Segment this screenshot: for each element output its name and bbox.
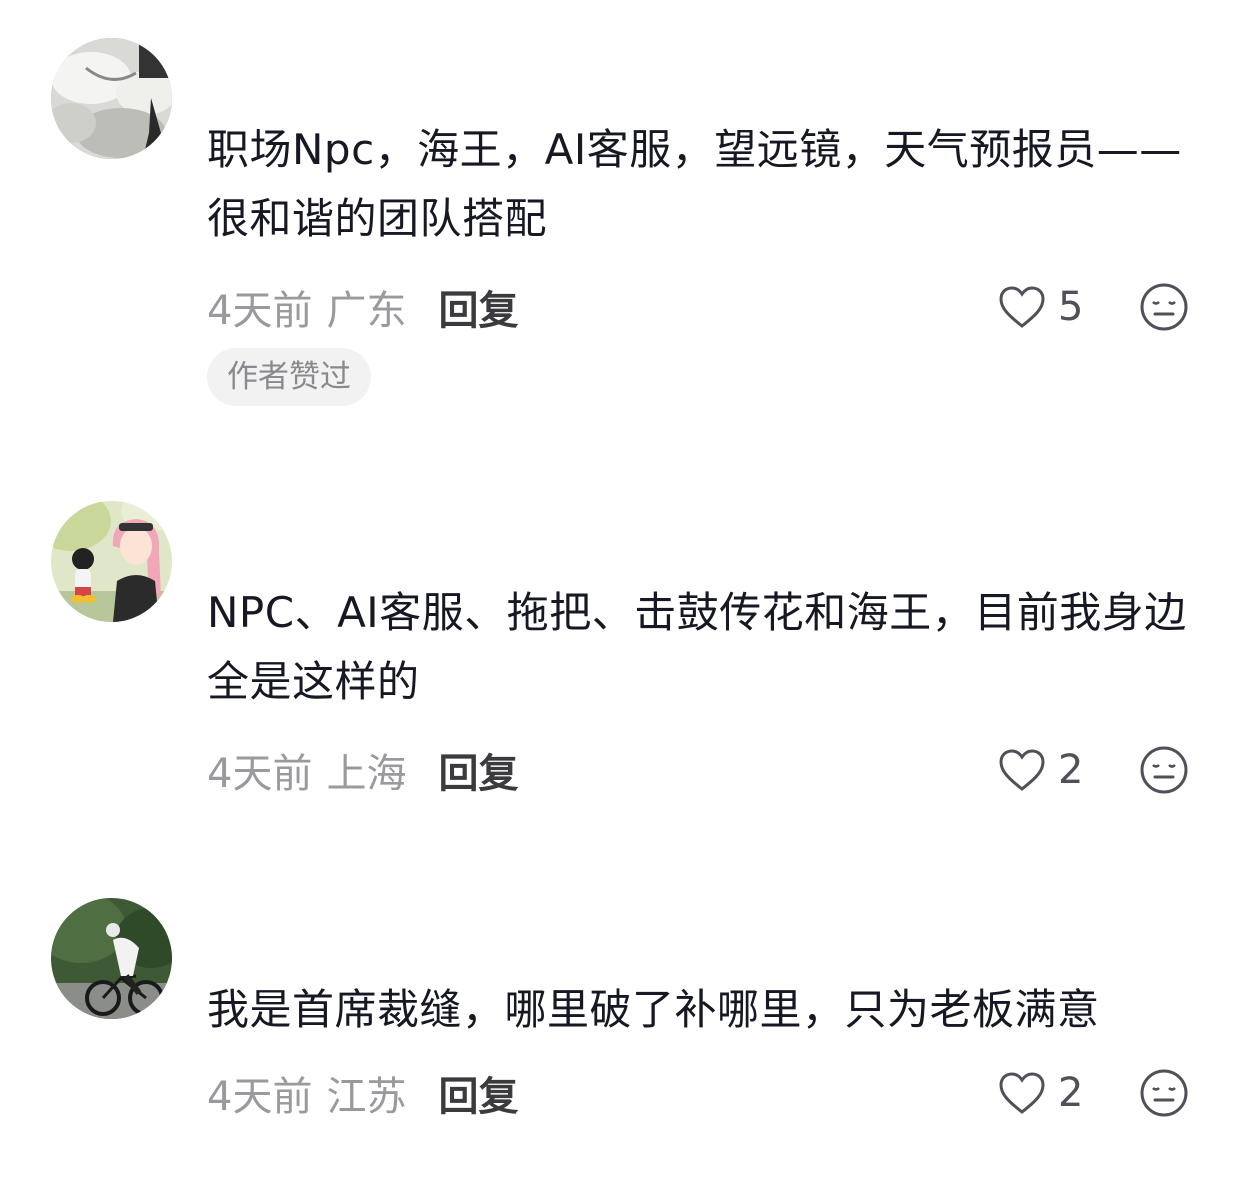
- like-button[interactable]: 2: [998, 740, 1083, 800]
- reply-button[interactable]: 回复: [438, 278, 518, 336]
- heart-outline-icon: [999, 286, 1045, 328]
- comment-text: 我是首席裁缝，哪里破了补哪里，只为老板满意: [207, 985, 1100, 1034]
- like-count: 2: [1058, 1070, 1084, 1116]
- like-count: 5: [1058, 284, 1084, 330]
- like-button[interactable]: 2: [998, 1063, 1083, 1123]
- comment-time: 4天前: [207, 288, 313, 334]
- avatar[interactable]: [51, 38, 172, 159]
- comment-time: 4天前: [207, 751, 313, 797]
- reply-button[interactable]: 回复: [438, 741, 518, 799]
- neutral-face-icon[interactable]: [1139, 282, 1189, 332]
- comment-meta: 4天前 江苏 回复: [207, 1063, 518, 1123]
- heart-outline-icon: [999, 749, 1045, 791]
- comment-region: 江苏: [326, 1074, 407, 1120]
- neutral-face-icon[interactable]: [1139, 745, 1189, 795]
- comment-text: 职场Npc，海王，AI客服，望远镜，天气预报员——很和谐的团队搭配: [207, 125, 1182, 243]
- avatar[interactable]: [51, 501, 172, 622]
- avatar-photo-icon: [51, 38, 172, 159]
- reply-button[interactable]: 回复: [438, 1064, 518, 1122]
- comment-region: 广东: [326, 288, 407, 334]
- avatar[interactable]: [51, 898, 172, 1019]
- like-count: 2: [1058, 747, 1084, 793]
- comment-meta: 4天前 广东 回复: [207, 277, 518, 337]
- comment-time: 4天前: [207, 1074, 313, 1120]
- like-button[interactable]: 5: [998, 277, 1083, 337]
- author-liked-badge: 作者赞过: [207, 348, 371, 406]
- comment-region: 上海: [326, 751, 407, 797]
- avatar-illustration-icon: [51, 501, 172, 622]
- heart-outline-icon: [999, 1072, 1045, 1114]
- avatar-photo-icon: [51, 898, 172, 1019]
- comment-meta: 4天前 上海 回复: [207, 740, 518, 800]
- neutral-face-icon[interactable]: [1139, 1068, 1189, 1118]
- comment-text: NPC、AI客服、拖把、击鼓传花和海王，目前我身边全是这样的: [207, 588, 1187, 706]
